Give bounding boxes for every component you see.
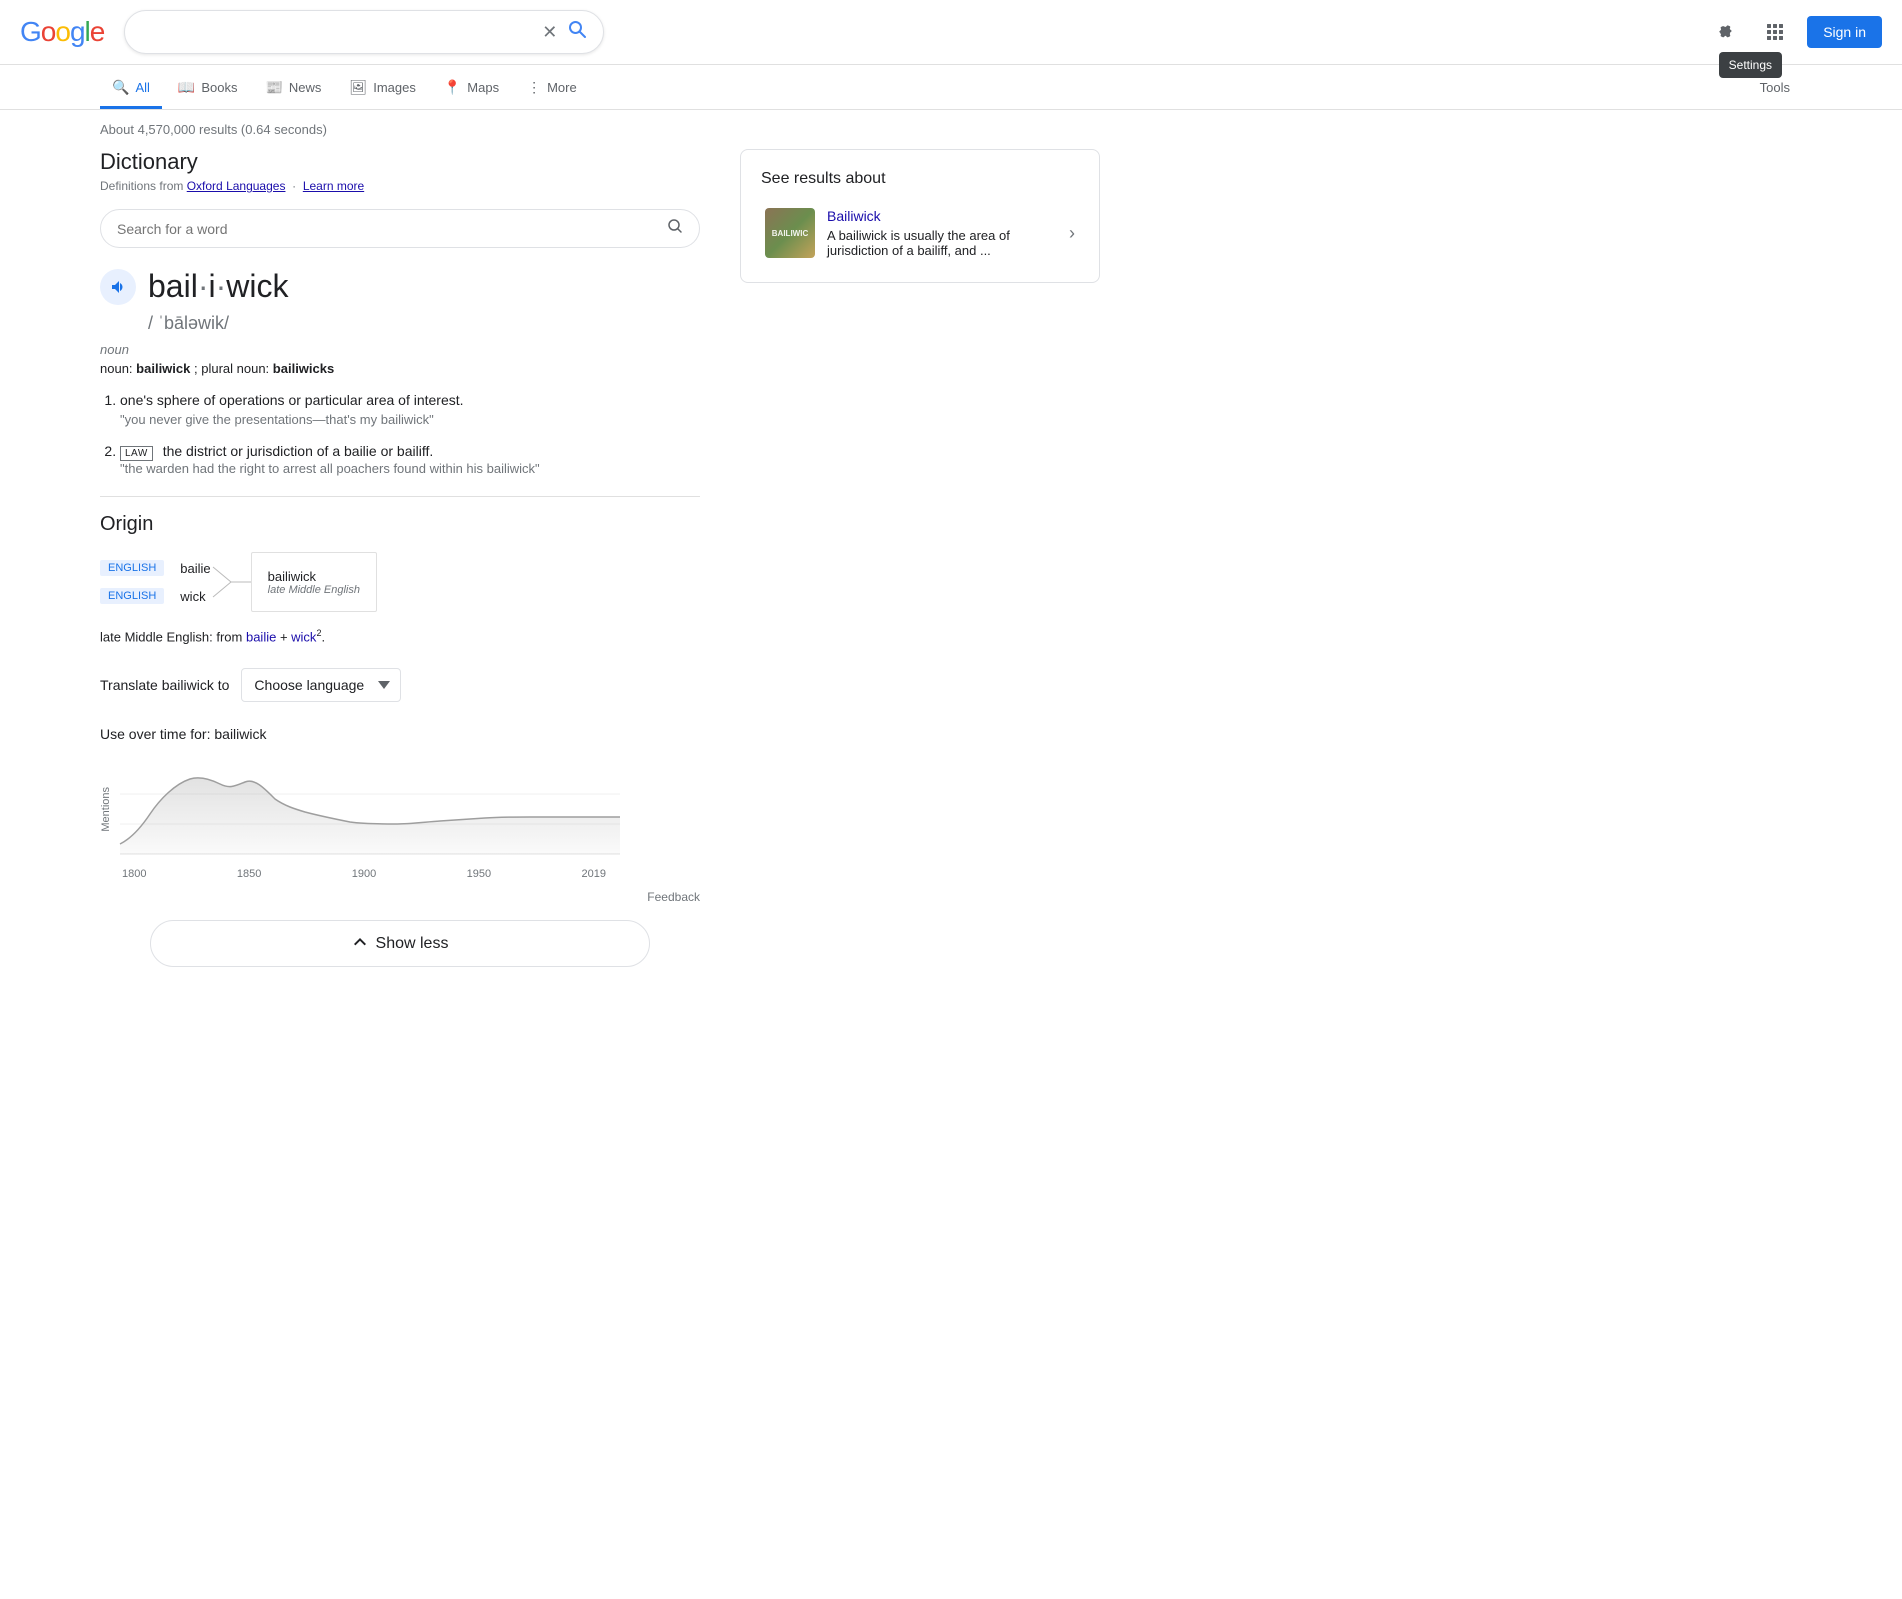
tab-all[interactable]: 🔍 All	[100, 69, 162, 109]
etym-badge-english-2: ENGLISH	[100, 588, 164, 604]
search-bar: bailiwick ✕	[124, 10, 604, 54]
feedback-row: Feedback	[100, 888, 700, 904]
nav-tabs: 🔍 All 📖 Books 📰 News 🖼 Images 📍 Maps ⋮ M…	[0, 65, 1902, 110]
tab-more[interactable]: ⋮ More	[515, 69, 589, 109]
origin-text: late Middle English: from bailie + wick2…	[100, 628, 700, 644]
right-panel-title: See results about	[761, 170, 1079, 188]
definition-text-2: the district or jurisdiction of a bailie…	[163, 443, 434, 459]
word-search-input[interactable]	[117, 221, 667, 237]
word-header: bail·i·wick	[100, 268, 700, 305]
chart-label-1900: 1900	[352, 868, 376, 880]
oxford-languages-link[interactable]: Oxford Languages	[187, 179, 286, 193]
etymology-diagram: ENGLISH bailie ENGLISH wick	[100, 552, 700, 612]
chart-title: Use over time for: bailiwick	[100, 726, 700, 742]
maps-icon: 📍	[444, 79, 461, 96]
definition-2: LAW the district or jurisdiction of a ba…	[120, 443, 700, 476]
tab-maps[interactable]: 📍 Maps	[432, 69, 511, 109]
right-panel-item[interactable]: BAILIWIC Bailiwick A bailiwick is usuall…	[761, 204, 1079, 262]
search-input[interactable]: bailiwick	[141, 23, 542, 41]
learn-more-link[interactable]: Learn more	[303, 179, 364, 193]
all-icon: 🔍	[112, 79, 129, 96]
chart-label-1850: 1850	[237, 868, 261, 880]
definition-example-1: "you never give the presentations—that's…	[120, 412, 700, 427]
etym-right-box: bailiwick late Middle English	[251, 552, 377, 612]
dictionary-title: Dictionary	[100, 149, 700, 175]
definition-text-1: one's sphere of operations or particular…	[120, 392, 700, 408]
chevron-right-icon: ›	[1069, 223, 1075, 244]
left-column: Dictionary Definitions from Oxford Langu…	[100, 149, 700, 987]
source-line: Definitions from Oxford Languages · Lear…	[100, 179, 700, 193]
word-search-box[interactable]	[100, 209, 700, 248]
right-column: See results about BAILIWIC Bailiwick A b…	[740, 149, 1100, 987]
speaker-button[interactable]	[100, 269, 136, 305]
chart-label-1950: 1950	[467, 868, 491, 880]
tab-news[interactable]: 📰 News	[253, 69, 333, 109]
settings-tooltip: Settings	[1719, 52, 1782, 78]
definition-list: one's sphere of operations or particular…	[100, 392, 700, 476]
header-right: Settings Sign in	[1703, 12, 1882, 52]
etym-row-2: ENGLISH wick	[100, 588, 211, 604]
chart-wrapper: Mentions	[100, 754, 700, 864]
settings-button[interactable]	[1703, 12, 1743, 52]
divider	[100, 496, 700, 497]
etym-word-wick: wick	[180, 589, 205, 604]
chart-label-2019: 2019	[582, 868, 606, 880]
right-panel-thumbnail: BAILIWIC	[765, 208, 815, 258]
feedback-link[interactable]: Feedback	[647, 890, 700, 904]
main-content: Dictionary Definitions from Oxford Langu…	[0, 149, 1200, 987]
images-icon: 🖼	[349, 79, 367, 96]
google-logo: Google	[20, 16, 104, 48]
signin-button[interactable]: Sign in	[1807, 16, 1882, 48]
right-panel-item-name: Bailiwick	[827, 208, 1057, 224]
translate-label: Translate bailiwick to	[100, 677, 229, 693]
news-icon: 📰	[265, 79, 282, 96]
more-icon: ⋮	[527, 79, 541, 96]
law-badge: LAW	[120, 446, 153, 461]
origin-bailie-link[interactable]: bailie	[246, 629, 276, 644]
right-panel-item-description: A bailiwick is usually the area of juris…	[827, 228, 1057, 258]
apps-button[interactable]	[1755, 12, 1795, 52]
phonetic: / ˈbālə​wik/	[148, 313, 700, 334]
usage-chart	[120, 754, 620, 864]
etym-result-word: bailiwick	[268, 569, 360, 584]
chevron-up-icon	[352, 933, 368, 954]
dictionary-section: Dictionary Definitions from Oxford Langu…	[100, 149, 700, 904]
tab-books[interactable]: 📖 Books	[166, 69, 250, 109]
show-less-button[interactable]: Show less	[150, 920, 650, 967]
definition-example-2: "the warden had the right to arrest all …	[120, 461, 700, 476]
chart-x-labels: 1800 1850 1900 1950 2019	[100, 868, 606, 880]
language-select[interactable]: Choose language Spanish French German Ch…	[241, 668, 401, 702]
word-display: bail·i·wick	[148, 268, 288, 305]
origin-wick-link[interactable]: wick	[291, 629, 316, 644]
header: Google bailiwick ✕ Settings	[0, 0, 1902, 65]
chart-y-label: Mentions	[100, 787, 112, 832]
origin-title: Origin	[100, 513, 700, 536]
etym-result-label: late Middle English	[268, 584, 360, 596]
chart-label-1800: 1800	[122, 868, 146, 880]
clear-icon[interactable]: ✕	[542, 22, 557, 43]
search-icon[interactable]	[567, 19, 587, 45]
etym-connector-svg	[211, 552, 251, 612]
results-count: About 4,570,000 results (0.64 seconds)	[0, 110, 1902, 149]
tab-images[interactable]: 🖼 Images	[337, 69, 427, 109]
word-search-icon[interactable]	[667, 218, 683, 239]
word-inflection: noun: bailiwick ; plural noun: bailiwick…	[100, 361, 700, 376]
right-panel: See results about BAILIWIC Bailiwick A b…	[740, 149, 1100, 283]
word-type: noun	[100, 342, 700, 357]
translate-row: Translate bailiwick to Choose language S…	[100, 668, 700, 702]
definition-1: one's sphere of operations or particular…	[120, 392, 700, 427]
etym-row-1: ENGLISH bailie	[100, 560, 211, 576]
etym-badge-english-1: ENGLISH	[100, 560, 164, 576]
etym-word-bailie: bailie	[180, 561, 210, 576]
right-panel-info: Bailiwick A bailiwick is usually the are…	[827, 208, 1057, 258]
books-icon: 📖	[178, 79, 195, 96]
